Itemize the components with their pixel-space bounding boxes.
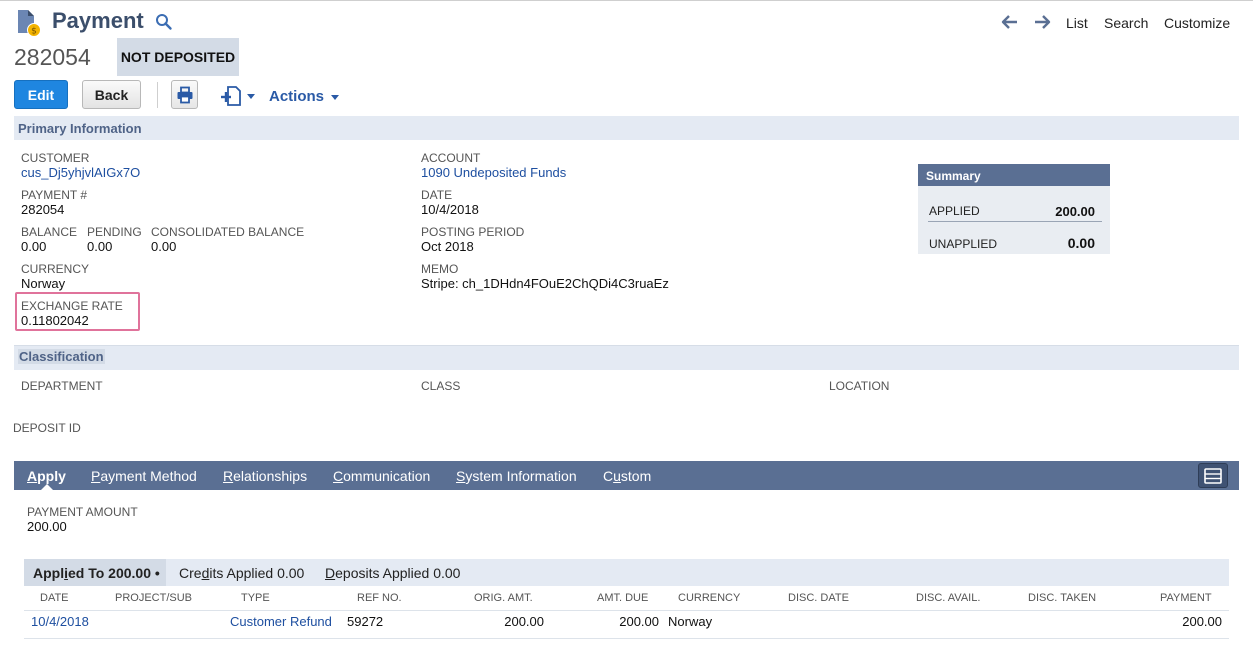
memo-value: Stripe: ch_1DHdn4FOuE2ChQDi4C3ruaEz (421, 276, 669, 291)
summary-title: Summary (918, 164, 1110, 186)
toolbar-divider (157, 82, 158, 108)
status-badge: NOT DEPOSITED (117, 38, 239, 76)
customer-link[interactable]: cus_Dj5yhjvlAIGx7O (21, 165, 140, 180)
balance-label: BALANCE (21, 225, 78, 239)
class-label: CLASS (421, 379, 461, 393)
date-value: 10/4/2018 (421, 202, 479, 217)
column-header-amt-due[interactable]: AMT. DUE (597, 592, 648, 604)
classification-title: Classification (18, 349, 105, 364)
exchange-rate-value: 0.11802042 (21, 313, 89, 328)
new-record-dropdown[interactable] (220, 84, 256, 108)
currency-label: CURRENCY (21, 262, 90, 276)
record-number: 282054 (14, 44, 91, 70)
payment-number-value: 282054 (21, 202, 65, 217)
next-record-arrow-icon[interactable] (1033, 14, 1051, 30)
department-label: DEPARTMENT (21, 379, 103, 393)
tab-relationships[interactable]: Relationships (223, 468, 307, 484)
primary-info-title: Primary Information (18, 121, 142, 136)
search-link[interactable]: Search (1104, 15, 1148, 31)
applied-label: APPLIED (929, 204, 980, 218)
chevron-down-icon (331, 95, 340, 100)
active-tab-indicator (40, 484, 54, 491)
pending-value: 0.00 (87, 239, 113, 254)
tab-system-information[interactable]: System Information (456, 468, 577, 484)
payment-amount-label: PAYMENT AMOUNT (27, 505, 138, 519)
consolidated-balance-label: CONSOLIDATED BALANCE (151, 225, 305, 239)
column-header-disc-date[interactable]: DISC. DATE (788, 592, 849, 604)
layout-toggle-icon[interactable] (1198, 463, 1228, 488)
customer-label: CUSTOMER (21, 151, 90, 165)
actions-menu[interactable]: Actions (269, 88, 340, 105)
payment-number-label: PAYMENT # (21, 188, 88, 202)
location-label: LOCATION (829, 379, 890, 393)
row-payment: 200.00 (1182, 614, 1222, 629)
row-type-link[interactable]: Customer Refund (230, 614, 332, 629)
customize-link[interactable]: Customize (1164, 15, 1230, 31)
tab-payment-method[interactable]: Payment Method (91, 468, 197, 484)
column-header-disc-avail[interactable]: DISC. AVAIL. (916, 592, 980, 604)
row-orig-amt: 200.00 (504, 614, 544, 629)
column-header-currency[interactable]: CURRENCY (678, 592, 740, 604)
printer-icon (177, 86, 192, 103)
edit-button[interactable]: Edit (14, 80, 68, 109)
primary-info-header[interactable]: Primary Information (14, 116, 1239, 140)
tab-custom[interactable]: Custom (603, 468, 651, 484)
tab-communication[interactable]: Communication (333, 468, 430, 484)
classification-header[interactable]: Classification (14, 346, 1239, 370)
posting-period-label: POSTING PERIOD (421, 225, 525, 239)
column-header-orig-amt[interactable]: ORIG. AMT. (474, 592, 533, 604)
row-date-link[interactable]: 10/4/2018 (31, 614, 89, 629)
account-link[interactable]: 1090 Undeposited Funds (421, 165, 566, 180)
new-document-icon (221, 86, 241, 106)
payment-amount-value: 200.00 (27, 519, 67, 534)
memo-label: MEMO (421, 262, 459, 276)
row-ref-no: 59272 (347, 614, 384, 629)
actions-label: Actions (269, 88, 325, 105)
row-divider (24, 638, 1229, 639)
date-label: DATE (421, 188, 453, 202)
payment-record-icon: $ (16, 9, 42, 37)
posting-period-value: Oct 2018 (421, 239, 474, 254)
subtab-deposits-applied[interactable]: Deposits Applied 0.00 (325, 565, 460, 581)
currency-value: Norway (21, 276, 66, 291)
row-amt-due: 200.00 (619, 614, 659, 629)
back-button[interactable]: Back (82, 80, 141, 109)
summary-divider (928, 221, 1102, 222)
page-title: Payment (52, 8, 144, 33)
subtab-credits-applied[interactable]: Credits Applied 0.00 (179, 565, 304, 581)
column-header-project[interactable]: PROJECT/SUB (115, 592, 192, 604)
column-header-type[interactable]: TYPE (241, 592, 270, 604)
column-header-date[interactable]: DATE (40, 592, 69, 604)
list-link[interactable]: List (1066, 15, 1088, 31)
top-border (0, 0, 1253, 1)
applied-value: 200.00 (1055, 204, 1095, 219)
subtab-applied-to[interactable]: Applied To 200.00 • (33, 565, 160, 581)
tab-apply[interactable]: Apply (27, 468, 66, 484)
column-header-payment[interactable]: PAYMENT (1160, 592, 1212, 604)
unapplied-label: UNAPPLIED (929, 237, 998, 251)
pending-label: PENDING (87, 225, 142, 239)
search-icon[interactable] (155, 13, 173, 31)
chevron-down-icon (247, 94, 255, 99)
previous-record-arrow-icon[interactable] (1001, 14, 1019, 30)
column-header-ref-no[interactable]: REF NO. (357, 592, 402, 604)
column-header-disc-taken[interactable]: DISC. TAKEN (1028, 592, 1096, 604)
consolidated-balance-value: 0.00 (151, 239, 177, 254)
balance-value: 0.00 (21, 239, 47, 254)
deposit-id-label: DEPOSIT ID (13, 421, 81, 435)
row-currency: Norway (668, 614, 713, 629)
unapplied-value: 0.00 (1067, 235, 1095, 251)
print-button[interactable] (171, 80, 198, 109)
exchange-rate-label: EXCHANGE RATE (21, 299, 123, 313)
svg-text:$: $ (31, 27, 37, 37)
account-label: ACCOUNT (421, 151, 481, 165)
